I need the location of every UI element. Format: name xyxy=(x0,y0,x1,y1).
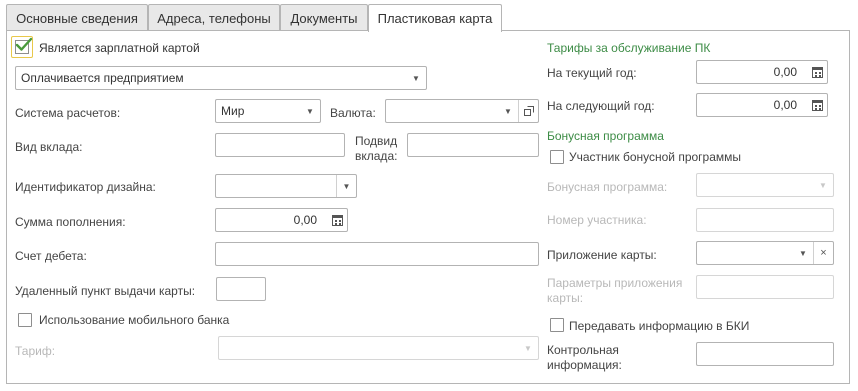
current-year-field[interactable]: 0,00 xyxy=(696,60,828,84)
bonus-program-label: Бонусная программа: xyxy=(547,180,668,194)
chevron-down-icon[interactable]: ▼ xyxy=(406,67,426,89)
chevron-down-icon: ▼ xyxy=(524,343,532,353)
payment-type-select[interactable]: Оплачивается предприятием ▼ xyxy=(15,66,427,90)
debit-account-label: Счет дебета: xyxy=(15,249,87,263)
tariff-label: Тариф: xyxy=(15,344,56,358)
tab-label: Основные сведения xyxy=(16,10,138,26)
tab-label: Документы xyxy=(290,10,358,26)
pickup-point-field[interactable] xyxy=(216,277,266,301)
tab-label: Пластиковая карта xyxy=(377,11,493,26)
deposit-type-field[interactable] xyxy=(215,133,345,157)
app-params-field xyxy=(696,275,834,299)
chevron-down-icon: ▼ xyxy=(819,180,827,190)
bki-label: Передавать информацию в БКИ xyxy=(569,319,750,333)
clear-icon[interactable]: × xyxy=(813,242,833,264)
current-year-label: На текущий год: xyxy=(547,66,637,80)
debit-account-field[interactable] xyxy=(215,242,539,266)
mobile-bank-label: Использование мобильного банка xyxy=(39,313,230,327)
bonus-section-title: Бонусная программа xyxy=(547,129,664,143)
salary-card-label: Является зарплатной картой xyxy=(39,41,200,55)
tab-documents[interactable]: Документы xyxy=(280,4,368,31)
salary-card-checkbox[interactable] xyxy=(11,36,33,58)
bonus-participant-checkbox[interactable] xyxy=(550,150,564,164)
deposit-subtype-field[interactable] xyxy=(407,133,539,157)
bonus-program-select: ▼ xyxy=(696,173,834,197)
app-params-label: Параметры приложения карты: xyxy=(547,276,683,305)
member-number-label: Номер участника: xyxy=(547,213,647,227)
chevron-down-icon[interactable]: ▼ xyxy=(498,100,518,122)
card-app-label: Приложение карты: xyxy=(547,248,657,262)
chevron-down-icon[interactable]: ▼ xyxy=(300,100,320,122)
deposit-type-label: Вид вклада: xyxy=(15,140,83,154)
payment-system-label: Система расчетов: xyxy=(15,106,121,120)
chevron-down-icon[interactable]: ▼ xyxy=(793,242,813,264)
calculator-icon[interactable] xyxy=(807,94,827,116)
payment-system-select[interactable]: Мир ▼ xyxy=(215,99,321,123)
calculator-icon[interactable] xyxy=(807,61,827,83)
bki-checkbox[interactable] xyxy=(550,318,564,332)
tab-plastic-card[interactable]: Пластиковая карта xyxy=(368,4,502,32)
deposit-subtype-label: Подвид вклада: xyxy=(355,134,398,163)
design-id-label: Идентификатор дизайна: xyxy=(15,180,156,194)
payment-system-value: Мир xyxy=(221,104,245,118)
topup-amount-field[interactable]: 0,00 xyxy=(215,208,348,232)
control-info-field[interactable] xyxy=(696,342,834,366)
next-year-label: На следующий год: xyxy=(547,99,655,113)
next-year-field[interactable]: 0,00 xyxy=(696,93,828,117)
tab-addresses-phones[interactable]: Адреса, телефоны xyxy=(148,4,280,31)
tab-label: Адреса, телефоны xyxy=(157,10,271,26)
chevron-down-icon[interactable]: ▼ xyxy=(336,175,356,197)
design-id-select[interactable]: ▼ xyxy=(215,174,357,198)
open-window-icon[interactable] xyxy=(518,100,538,122)
checkmark-icon xyxy=(15,37,33,51)
bonus-participant-label: Участник бонусной программы xyxy=(569,150,742,164)
pickup-point-label: Удаленный пункт выдачи карты: xyxy=(15,284,196,298)
next-year-value: 0,00 xyxy=(773,98,797,112)
control-info-label: Контрольная информация: xyxy=(547,343,622,372)
tab-main-info[interactable]: Основные сведения xyxy=(6,4,148,31)
tariffs-section-title: Тарифы за обслуживание ПК xyxy=(547,41,711,55)
checkbox-box xyxy=(15,37,33,54)
currency-label: Валюта: xyxy=(330,106,376,120)
payment-type-value: Оплачивается предприятием xyxy=(21,71,184,85)
tariff-select: ▼ xyxy=(218,336,539,360)
calculator-icon[interactable] xyxy=(327,209,347,231)
topup-amount-label: Сумма пополнения: xyxy=(15,215,126,229)
current-year-value: 0,00 xyxy=(773,65,797,79)
card-app-select[interactable]: ▼ × xyxy=(696,241,834,265)
member-number-field xyxy=(696,208,834,232)
plastic-card-panel: Является зарплатной картой Оплачивается … xyxy=(6,30,850,384)
topup-amount-value: 0,00 xyxy=(293,213,317,227)
currency-select[interactable]: ▼ xyxy=(385,99,539,123)
mobile-bank-checkbox[interactable] xyxy=(18,313,32,327)
